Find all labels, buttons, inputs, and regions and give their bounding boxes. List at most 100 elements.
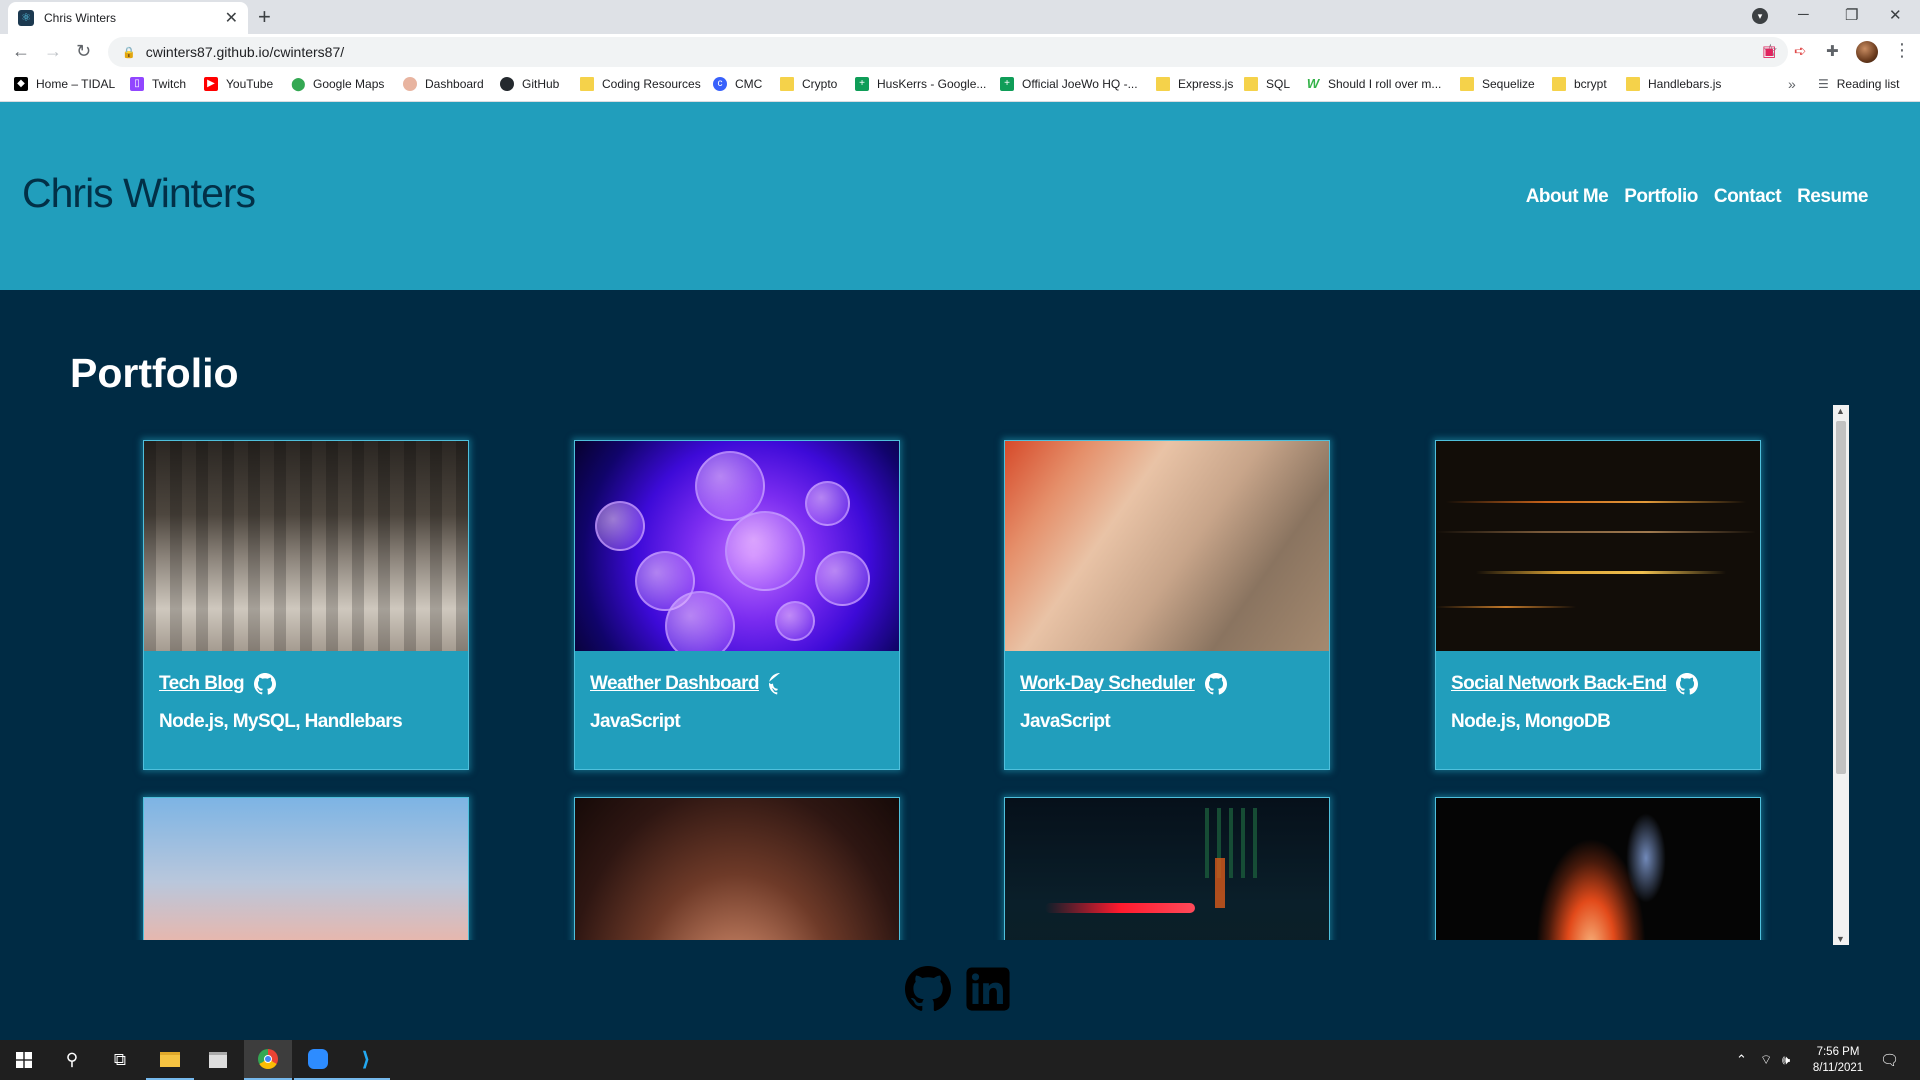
github-icon[interactable] bbox=[768, 673, 791, 695]
more-bookmarks-chevron-icon[interactable]: » bbox=[1788, 76, 1796, 92]
chrome-menu-icon[interactable]: ⋮ bbox=[1893, 40, 1911, 61]
zoom-icon[interactable] bbox=[294, 1040, 342, 1080]
tab-search-icon[interactable]: ▾ bbox=[1752, 8, 1768, 24]
scroll-up-arrow-icon[interactable]: ▲ bbox=[1836, 406, 1845, 416]
extensions-puzzle-icon[interactable]: ✚ bbox=[1826, 42, 1839, 60]
taskbar-clock[interactable]: 7:56 PM 8/11/2021 bbox=[1800, 1044, 1876, 1076]
github-icon bbox=[500, 77, 514, 91]
bookmark-joewo-hq[interactable]: + Official JoeWo HQ -... bbox=[1000, 77, 1138, 91]
profile-avatar[interactable] bbox=[1856, 41, 1878, 63]
lock-icon[interactable]: 🔒 bbox=[122, 46, 136, 59]
project-image-flower bbox=[1436, 798, 1760, 940]
bookmark-dashboard[interactable]: Dashboard bbox=[403, 77, 484, 91]
tidal-icon: ◆ bbox=[14, 77, 28, 91]
nav-portfolio[interactable]: Portfolio bbox=[1624, 186, 1698, 208]
file-explorer-icon[interactable] bbox=[146, 1040, 194, 1080]
reload-icon[interactable]: ↻ bbox=[76, 41, 91, 62]
scroll-thumb[interactable] bbox=[1836, 421, 1846, 774]
sheets-icon: + bbox=[855, 77, 869, 91]
address-bar[interactable]: 🔒 cwinters87.github.io/cwinters87/ ☆ bbox=[108, 37, 1788, 67]
project-title-link[interactable]: Tech Blog bbox=[159, 673, 245, 695]
github-icon[interactable] bbox=[254, 673, 277, 695]
project-title-link[interactable]: Work-Day Scheduler bbox=[1020, 673, 1195, 695]
project-tech: Node.js, MySQL, Handlebars bbox=[159, 711, 403, 732]
close-window-button[interactable]: ✕ bbox=[1889, 6, 1902, 24]
bookmark-bcrypt[interactable]: bcrypt bbox=[1552, 77, 1607, 91]
linkedin-icon[interactable] bbox=[965, 966, 1011, 1012]
folder-icon bbox=[780, 77, 794, 91]
bookmark-github[interactable]: GitHub bbox=[500, 77, 559, 91]
bookmark-twitch[interactable]: ▯ Twitch bbox=[130, 77, 186, 91]
twitch-icon: ▯ bbox=[130, 77, 144, 91]
pocket-extension-icon[interactable]: ▣ bbox=[1762, 42, 1776, 60]
bookmark-label: Express.js bbox=[1178, 77, 1234, 91]
project-tech: JavaScript bbox=[1020, 711, 1111, 732]
start-windows-icon[interactable] bbox=[0, 1040, 48, 1080]
nav-contact[interactable]: Contact bbox=[1714, 186, 1782, 208]
project-image-crowd bbox=[144, 441, 468, 651]
project-card bbox=[574, 797, 900, 940]
tray-chevron-icon[interactable]: ⌃ bbox=[1736, 1040, 1747, 1080]
volume-icon[interactable]: 🕪 bbox=[1782, 1040, 1790, 1080]
project-image-bubbles bbox=[575, 441, 899, 651]
bookmark-crypto[interactable]: Crypto bbox=[780, 77, 837, 91]
bookmark-label: Official JoeWo HQ -... bbox=[1022, 77, 1138, 91]
network-icon[interactable]: ⌔ bbox=[1760, 1040, 1772, 1080]
extension-arrow-icon[interactable]: ➪ bbox=[1794, 42, 1807, 60]
github-icon[interactable] bbox=[905, 966, 951, 1012]
portfolio-grid[interactable]: Tech Blog Node.js, MySQL, Handlebars Wea… bbox=[0, 405, 1850, 940]
folder-icon bbox=[1626, 77, 1640, 91]
nav-about-me[interactable]: About Me bbox=[1526, 186, 1609, 208]
bookmark-coding-resources[interactable]: Coding Resources bbox=[580, 77, 701, 91]
minimize-button[interactable]: ─ bbox=[1798, 6, 1809, 23]
site-brand[interactable]: Chris Winters bbox=[22, 170, 256, 217]
url-text: cwinters87.github.io/cwinters87/ bbox=[145, 44, 345, 60]
github-icon[interactable] bbox=[1204, 673, 1227, 695]
search-icon[interactable]: ⚲ bbox=[48, 1040, 96, 1080]
section-title: Portfolio bbox=[70, 350, 239, 396]
chrome-taskbar-icon[interactable] bbox=[244, 1040, 292, 1080]
project-card: Weather Dashboard JavaScript bbox=[574, 440, 900, 770]
bookmark-cmc[interactable]: c CMC bbox=[713, 77, 762, 91]
project-tech: JavaScript bbox=[590, 711, 681, 732]
nav-resume[interactable]: Resume bbox=[1797, 186, 1868, 208]
tab-title: Chris Winters bbox=[44, 11, 117, 25]
bookmark-huskerrs[interactable]: + HusKerrs - Google... bbox=[855, 77, 986, 91]
dashboard-icon bbox=[403, 77, 417, 91]
bookmark-express[interactable]: Express.js bbox=[1156, 77, 1233, 91]
bookmark-sequelize[interactable]: Sequelize bbox=[1460, 77, 1535, 91]
browser-tab[interactable]: ⚛ Chris Winters ✕ bbox=[8, 2, 248, 34]
cmc-icon: c bbox=[713, 77, 727, 91]
bookmark-tidal[interactable]: ◆ Home – TIDAL bbox=[14, 77, 115, 91]
maps-pin-icon: ⬤ bbox=[291, 76, 306, 91]
project-card: Work-Day Scheduler JavaScript bbox=[1004, 440, 1330, 770]
grid-scrollbar[interactable]: ▲ ▼ bbox=[1833, 405, 1849, 945]
task-view-icon[interactable]: ⧉ bbox=[96, 1040, 144, 1080]
bookmark-sql[interactable]: SQL bbox=[1244, 77, 1290, 91]
back-arrow-icon[interactable]: ← bbox=[12, 41, 30, 62]
microsoft-store-icon[interactable] bbox=[194, 1040, 242, 1080]
vscode-icon[interactable]: ⟩ bbox=[342, 1040, 390, 1080]
reading-list-label: Reading list bbox=[1836, 77, 1900, 91]
bookmark-youtube[interactable]: ▶ YouTube bbox=[204, 77, 273, 91]
bookmark-roll-over[interactable]: W Should I roll over m... bbox=[1306, 77, 1442, 92]
scroll-down-arrow-icon[interactable]: ▼ bbox=[1836, 934, 1845, 944]
project-title-link[interactable]: Weather Dashboard bbox=[590, 673, 760, 695]
youtube-icon: ▶ bbox=[204, 77, 218, 91]
bookmark-handlebars[interactable]: Handlebars.js bbox=[1626, 77, 1721, 91]
close-tab-icon[interactable]: ✕ bbox=[225, 8, 238, 28]
bookmark-label: Home – TIDAL bbox=[36, 77, 116, 91]
project-title-link[interactable]: Social Network Back-End bbox=[1451, 673, 1667, 695]
folder-icon bbox=[580, 77, 594, 91]
windows-taskbar: ⚲ ⧉ ⟩ ⌃ ⌔ 🕪 7:56 PM 8/11/2021 🗨 bbox=[0, 1040, 1920, 1080]
forward-arrow-icon[interactable]: → bbox=[44, 41, 62, 62]
reading-list-icon: ☰ bbox=[1818, 77, 1829, 91]
new-tab-button[interactable]: + bbox=[258, 4, 271, 30]
bookmark-google-maps[interactable]: ⬤ Google Maps bbox=[291, 76, 384, 92]
notification-icon[interactable]: 🗨 bbox=[1880, 1040, 1899, 1080]
project-card bbox=[143, 797, 469, 940]
restore-button[interactable]: ❐ bbox=[1845, 6, 1858, 24]
reading-list-button[interactable]: ☰ Reading list bbox=[1818, 77, 1899, 91]
footer-social bbox=[905, 966, 1011, 1012]
github-icon[interactable] bbox=[1676, 673, 1699, 695]
